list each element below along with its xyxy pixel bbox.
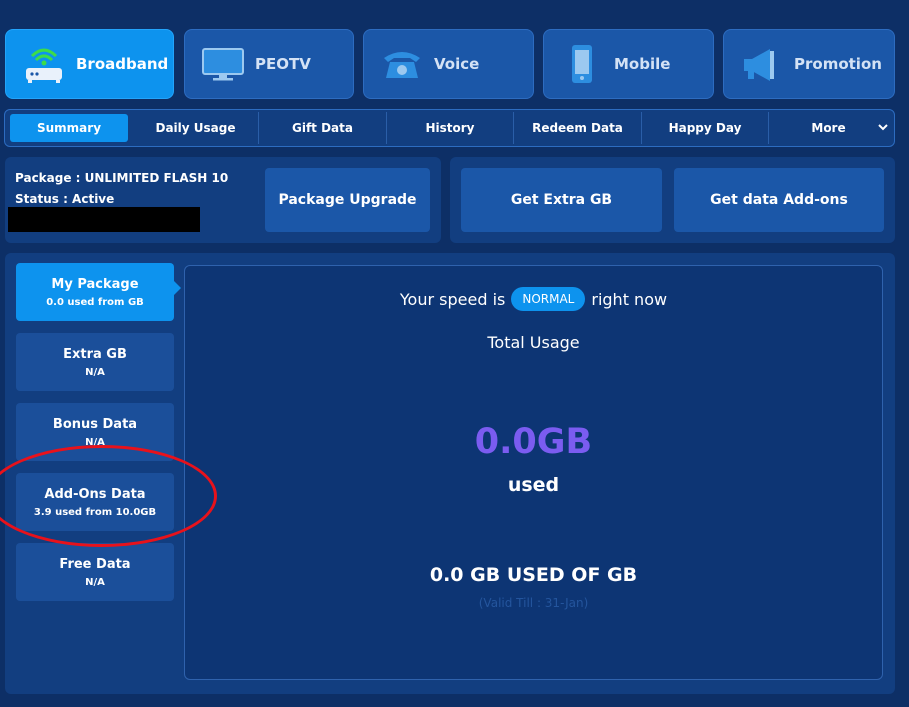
subnav-redeem-data[interactable]: Redeem Data [514,114,641,142]
tab-broadband[interactable]: Broadband [5,29,174,99]
usage-summary: 0.0 GB USED OF GB [429,564,638,586]
package-name: Package : UNLIMITED FLASH 10 [15,171,229,185]
package-upgrade-button[interactable]: Package Upgrade [265,168,430,232]
side-card-bonus-data[interactable]: Bonus Data N/A [16,403,174,461]
subnav-bar: Summary Daily Usage Gift Data History Re… [4,109,895,147]
mobile-phone-icon [558,42,606,86]
get-data-addons-button[interactable]: Get data Add-ons [674,168,884,232]
tab-promotion-label: Promotion [794,55,882,73]
telephone-icon [378,42,426,86]
tab-peotv[interactable]: PEOTV [184,29,354,99]
usage-used-label: used [507,474,560,496]
speed-prefix: Your speed is [399,289,506,309]
tab-voice-label: Voice [434,55,480,73]
speed-status-badge: NORMAL [511,287,586,311]
subnav-history[interactable]: History [387,114,513,142]
side-card-title: My Package [51,276,139,292]
side-card-extra-gb[interactable]: Extra GB N/A [16,333,174,391]
get-extra-gb-button[interactable]: Get Extra GB [461,168,662,232]
subnav-summary[interactable]: Summary [10,114,128,142]
redacted-account-info [8,207,200,232]
side-card-title: Bonus Data [52,416,138,432]
tab-mobile[interactable]: Mobile [543,29,714,99]
subnav-happy-day[interactable]: Happy Day [642,114,768,142]
tab-mobile-label: Mobile [614,55,671,73]
side-card-subtitle: N/A [85,436,105,448]
side-card-title: Extra GB [63,346,127,362]
subnav-more-label: More [811,121,846,135]
side-card-addons-data[interactable]: Add-Ons Data 3.9 used from 10.0GB [16,473,174,531]
tab-voice[interactable]: Voice [363,29,534,99]
side-card-free-data[interactable]: Free Data N/A [16,543,174,601]
tab-broadband-label: Broadband [76,55,169,73]
total-usage-label: Total Usage [487,333,580,352]
subnav-gift-data[interactable]: Gift Data [259,114,386,142]
chevron-down-icon [877,121,889,136]
subnav-daily-usage[interactable]: Daily Usage [133,114,258,142]
side-card-title: Free Data [59,556,131,572]
side-card-subtitle: 3.9 used from 10.0GB [33,506,157,518]
tab-peotv-label: PEOTV [255,55,311,73]
active-pointer-arrow [173,280,181,296]
side-card-subtitle: 0.0 used from GB [46,296,144,308]
side-card-subtitle: N/A [85,576,105,588]
usage-amount: 0.0GB [474,422,593,462]
speed-status-line: Your speed is NORMAL right now [184,287,883,311]
side-card-subtitle: N/A [85,366,105,378]
megaphone-icon [738,42,786,86]
side-card-title: Add-Ons Data [44,486,146,502]
app-root: Broadband PEOTV Voice Mobile Promotion S… [0,0,909,707]
side-card-my-package[interactable]: My Package 0.0 used from GB [16,263,174,321]
package-status: Status : Active [15,192,115,206]
tab-promotion[interactable]: Promotion [723,29,895,99]
router-wifi-icon [20,42,68,86]
subnav-more[interactable]: More [769,114,894,142]
tv-icon [199,42,247,86]
speed-suffix: right now [591,289,668,309]
usage-details-box [184,265,883,680]
valid-till-text: (Valid Till : 31-Jan) [478,596,589,610]
